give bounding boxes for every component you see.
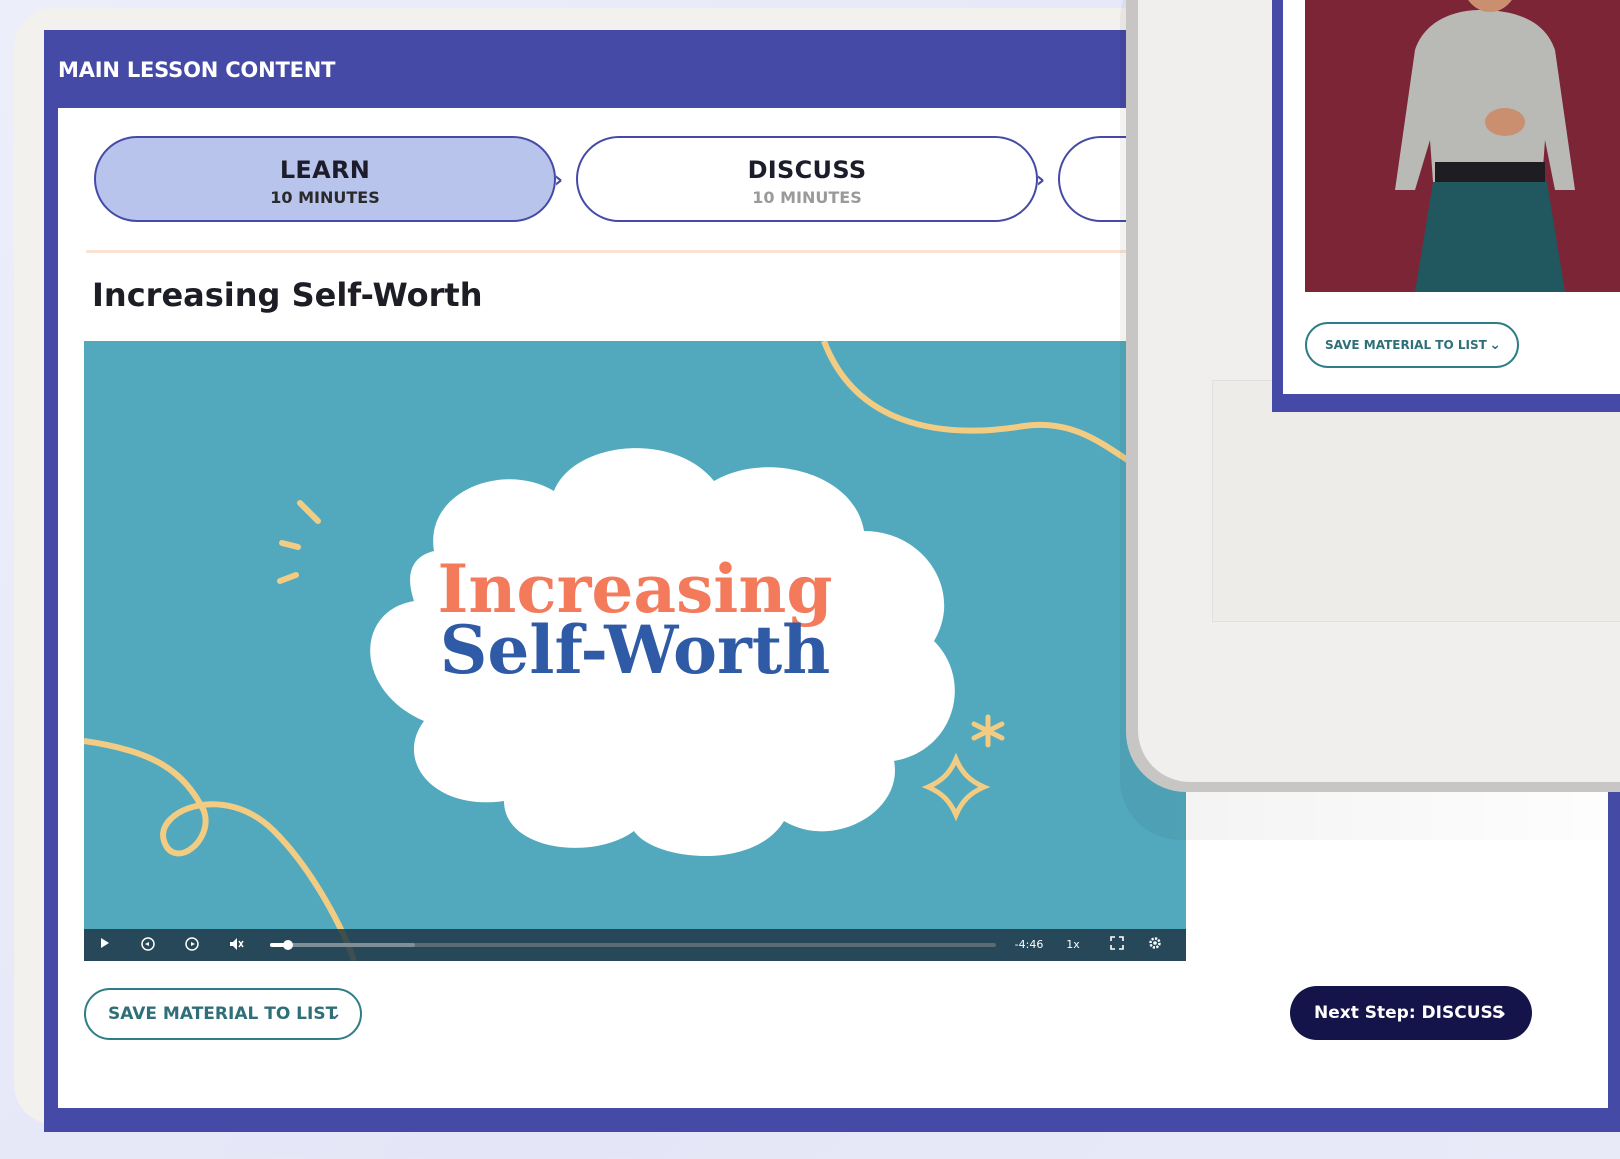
save-material-label: SAVE MATERIAL TO LIST [108, 1004, 338, 1024]
play-icon[interactable] [96, 936, 114, 954]
chevron-right-icon: › [1497, 1001, 1506, 1025]
lesson-header: MAIN LESSON CONTENT [58, 58, 336, 82]
forward-icon[interactable] [182, 936, 202, 954]
rewind-icon[interactable] [138, 936, 158, 954]
video-title-line2: Self-Worth [439, 611, 831, 689]
step-learn-title: LEARN [279, 156, 371, 184]
chevron-right-icon: › [554, 168, 564, 193]
overlay-save-material-label: SAVE MATERIAL TO LIST [1325, 338, 1487, 352]
next-step-button[interactable]: Next Step: DISCUSS › [1290, 986, 1532, 1040]
video-title: Increasing Self-Worth [84, 556, 1186, 689]
chevron-right-icon: › [1036, 168, 1046, 193]
progress-scrubber[interactable] [283, 940, 293, 950]
chevron-down-icon: ⌄ [326, 1003, 342, 1024]
step-discuss[interactable]: DISCUSS 10 MINUTES [576, 136, 1038, 222]
progress-bar[interactable] [270, 940, 996, 950]
chevron-down-icon: ⌄ [1489, 337, 1501, 353]
time-remaining: -4:46 [1014, 938, 1044, 951]
lesson-title: Increasing Self-Worth [92, 276, 483, 314]
step-learn-duration: 10 MINUTES [270, 188, 380, 207]
video-player[interactable]: Increasing Self-Worth -4:46 1x [84, 341, 1186, 961]
playback-speed[interactable]: 1x [1062, 936, 1084, 954]
presenter-photo [1305, 0, 1620, 292]
step-discuss-title: DISCUSS [747, 156, 867, 184]
save-material-button[interactable]: SAVE MATERIAL TO LIST ⌄ [84, 988, 362, 1040]
tablet-content-panel [1212, 380, 1620, 622]
settings-icon[interactable] [1146, 936, 1164, 954]
step-discuss-duration: 10 MINUTES [752, 188, 862, 207]
fullscreen-icon[interactable] [1108, 936, 1126, 954]
mute-icon[interactable] [226, 936, 246, 954]
overlay-save-material-button[interactable]: SAVE MATERIAL TO LIST ⌄ [1305, 322, 1519, 368]
next-step-label: Next Step: DISCUSS [1314, 1003, 1505, 1023]
step-learn[interactable]: LEARN 10 MINUTES [94, 136, 556, 222]
video-controls: -4:46 1x [84, 929, 1186, 961]
